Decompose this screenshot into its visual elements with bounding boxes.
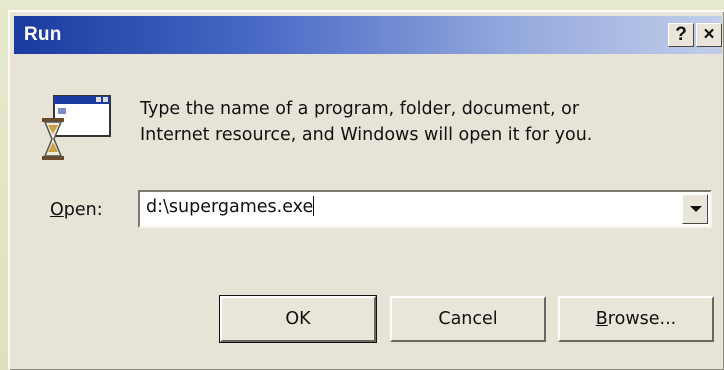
dropdown-arrow-icon[interactable] bbox=[682, 194, 708, 224]
open-label-mnemonic: O bbox=[50, 200, 64, 220]
close-button[interactable]: × bbox=[696, 23, 722, 47]
window-title: Run bbox=[24, 24, 62, 45]
browse-mnemonic: B bbox=[595, 309, 608, 329]
description-line-2: Internet resource, and Windows will open… bbox=[140, 125, 593, 145]
run-description: Type the name of a program, folder, docu… bbox=[140, 96, 700, 148]
run-program-icon bbox=[42, 95, 111, 160]
text-caret bbox=[313, 196, 315, 216]
cancel-button[interactable]: Cancel bbox=[390, 296, 546, 342]
description-line-1: Type the name of a program, folder, docu… bbox=[140, 99, 580, 119]
help-button[interactable]: ? bbox=[668, 23, 694, 47]
open-input[interactable]: d:\supergames.exe bbox=[146, 196, 315, 217]
open-input-value: d:\supergames.exe bbox=[146, 197, 314, 217]
ok-button[interactable]: OK bbox=[219, 295, 377, 343]
title-bar[interactable]: Run ? × bbox=[14, 16, 722, 54]
browse-label: rowse... bbox=[607, 309, 677, 329]
open-label: Open: bbox=[50, 200, 103, 220]
run-dialog: Run ? × Type the name of a program, fold… bbox=[8, 10, 724, 370]
browse-button[interactable]: Browse... bbox=[558, 296, 714, 342]
open-combobox[interactable]: d:\supergames.exe bbox=[138, 190, 712, 228]
open-label-text: pen: bbox=[63, 200, 103, 220]
